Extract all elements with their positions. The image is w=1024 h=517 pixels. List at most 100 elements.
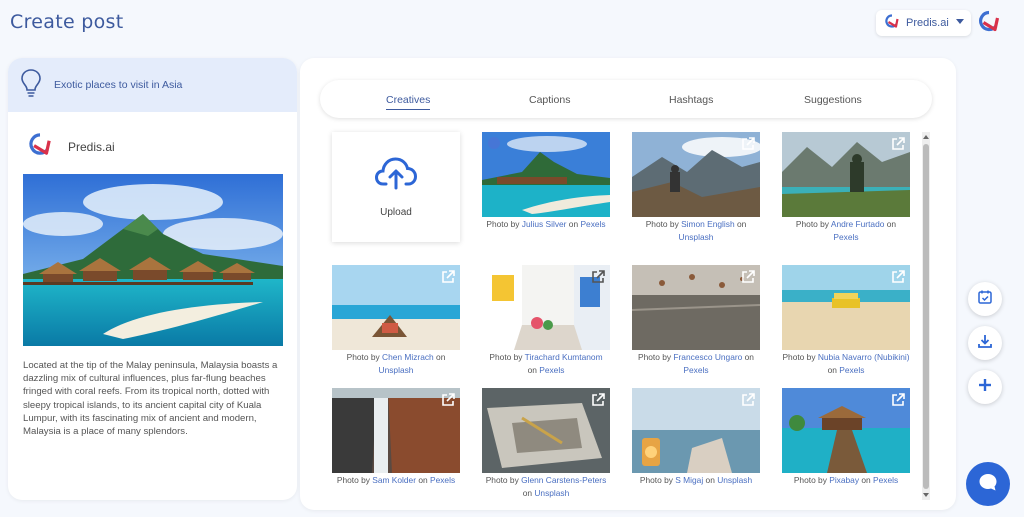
open-external-icon[interactable] bbox=[740, 136, 756, 157]
photo-thumbnail[interactable] bbox=[782, 388, 910, 473]
post-caption: Located at the tip of the Malay peninsul… bbox=[23, 360, 278, 438]
photo-author-link[interactable]: Pixabay bbox=[829, 475, 859, 485]
select-circle-icon[interactable] bbox=[487, 136, 501, 155]
photo-source-link[interactable]: Unsplash bbox=[717, 475, 752, 485]
download-icon bbox=[977, 333, 993, 354]
photo-tile: Photo by Sam Kolder on Pexels bbox=[332, 388, 460, 487]
photo-thumbnail[interactable] bbox=[332, 265, 460, 350]
photo-tile: Photo by Chen Mizrach on Unsplash bbox=[332, 265, 460, 376]
photo-credit: Photo by Nubia Navarro (Nubikini) on Pex… bbox=[782, 352, 910, 375]
predis-logo-icon bbox=[884, 13, 900, 33]
photo-author-link[interactable]: Chen Mizrach bbox=[382, 352, 434, 362]
predis-logo-icon bbox=[26, 132, 54, 161]
open-external-icon[interactable] bbox=[590, 269, 606, 290]
photo-source-link[interactable]: Unsplash bbox=[379, 365, 414, 375]
photo-thumbnail[interactable] bbox=[632, 265, 760, 350]
photo-author-link[interactable]: Tirachard Kumtanom bbox=[525, 352, 603, 362]
photo-tile: Photo by Tirachard Kumtanom on Pexels bbox=[482, 265, 610, 376]
tab-bar: Creatives Captions Hashtags Suggestions bbox=[320, 80, 932, 118]
chat-bubble-icon bbox=[977, 471, 999, 498]
photo-credit: Photo by Chen Mizrach on Unsplash bbox=[346, 352, 446, 375]
photo-tile: Photo by Pixabay on Pexels bbox=[782, 388, 910, 487]
chat-button[interactable] bbox=[966, 462, 1010, 506]
post-preview-image bbox=[23, 174, 283, 346]
photo-tile: Photo by Francesco Ungaro on Pexels bbox=[632, 265, 760, 376]
scrollbar[interactable] bbox=[922, 132, 930, 500]
photo-source-link[interactable]: Pexels bbox=[839, 365, 864, 375]
plus-icon bbox=[977, 377, 993, 398]
schedule-button[interactable] bbox=[968, 282, 1002, 316]
photo-author-link[interactable]: S Migaj bbox=[675, 475, 703, 485]
photo-source-link[interactable]: Pexels bbox=[580, 219, 605, 229]
open-external-icon[interactable] bbox=[440, 392, 456, 413]
post-preview-panel: Exotic places to visit in Asia Predis.ai… bbox=[8, 58, 297, 500]
photo-credit: Photo by Sam Kolder on Pexels bbox=[336, 475, 456, 485]
photo-credit: Photo by Francesco Ungaro on Pexels bbox=[638, 352, 754, 375]
photo-thumbnail[interactable] bbox=[482, 265, 610, 350]
photo-credit: Photo by Tirachard Kumtanom on Pexels bbox=[489, 352, 603, 375]
photo-tile: Photo by S Migaj on Unsplash bbox=[632, 388, 760, 487]
photo-source-link[interactable]: Pexels bbox=[539, 365, 564, 375]
photo-thumbnail[interactable] bbox=[632, 388, 760, 473]
photo-tile: Photo by Simon English on Unsplash bbox=[632, 132, 760, 243]
photo-thumbnail[interactable] bbox=[782, 132, 910, 217]
add-button[interactable] bbox=[968, 370, 1002, 404]
photo-source-link[interactable]: Pexels bbox=[430, 475, 455, 485]
post-brand: Predis.ai bbox=[26, 132, 115, 161]
photo-credit: Photo by Glenn Carstens-Peters on Unsplas… bbox=[485, 475, 607, 498]
brand-selector[interactable]: Predis.ai bbox=[876, 10, 971, 36]
photo-source-link[interactable]: Unsplash bbox=[534, 488, 569, 498]
photo-author-link[interactable]: Julius Silver bbox=[522, 219, 567, 229]
tab-suggestions[interactable]: Suggestions bbox=[804, 94, 862, 106]
photo-thumbnail[interactable] bbox=[632, 132, 760, 217]
photo-source-link[interactable]: Pexels bbox=[833, 232, 858, 242]
open-external-icon[interactable] bbox=[890, 269, 906, 290]
tab-creatives[interactable]: Creatives bbox=[386, 94, 431, 110]
photo-tile: Photo by Nubia Navarro (Nubikini) on Pex… bbox=[782, 265, 910, 376]
tab-captions[interactable]: Captions bbox=[529, 94, 570, 106]
open-external-icon[interactable] bbox=[740, 269, 756, 290]
upload-button[interactable]: Upload bbox=[332, 132, 460, 242]
creatives-panel: Creatives Captions Hashtags Suggestions … bbox=[300, 58, 956, 510]
photo-author-link[interactable]: Glenn Carstens-Peters bbox=[521, 475, 606, 485]
photo-author-link[interactable]: Simon English bbox=[681, 219, 735, 229]
photo-source-link[interactable]: Pexels bbox=[683, 365, 708, 375]
predis-logo-icon bbox=[976, 10, 1002, 37]
photo-tile: Photo by Andre Furtado on Pexels bbox=[782, 132, 910, 243]
upload-label: Upload bbox=[380, 207, 412, 218]
scroll-down-icon[interactable] bbox=[923, 493, 929, 497]
topic-text: Exotic places to visit in Asia bbox=[54, 79, 183, 91]
tab-hashtags[interactable]: Hashtags bbox=[669, 94, 713, 106]
photo-thumbnail[interactable] bbox=[482, 388, 610, 473]
photo-credit: Photo by Andre Furtado on Pexels bbox=[795, 219, 897, 242]
scrollbar-thumb[interactable] bbox=[923, 144, 929, 489]
photo-source-link[interactable]: Pexels bbox=[873, 475, 898, 485]
open-external-icon[interactable] bbox=[740, 392, 756, 413]
photo-author-link[interactable]: Francesco Ungaro bbox=[673, 352, 742, 362]
open-external-icon[interactable] bbox=[440, 269, 456, 290]
download-button[interactable] bbox=[968, 326, 1002, 360]
photo-thumbnail[interactable] bbox=[782, 265, 910, 350]
scroll-up-icon[interactable] bbox=[923, 135, 929, 139]
open-external-icon[interactable] bbox=[890, 392, 906, 413]
chevron-down-icon bbox=[956, 19, 964, 24]
photo-author-link[interactable]: Andre Furtado bbox=[831, 219, 885, 229]
cloud-upload-icon bbox=[374, 156, 418, 195]
lightbulb-icon bbox=[20, 68, 42, 103]
post-brand-name: Predis.ai bbox=[68, 139, 115, 154]
photo-credit: Photo by S Migaj on Unsplash bbox=[639, 475, 753, 485]
photo-author-link[interactable]: Nubia Navarro (Nubikini) bbox=[818, 352, 910, 362]
photo-credit: Photo by Simon English on Unsplash bbox=[645, 219, 747, 242]
open-external-icon[interactable] bbox=[590, 392, 606, 413]
photo-credit: Photo by Pixabay on Pexels bbox=[793, 475, 899, 485]
photo-tile: Photo by Julius Silver on Pexels bbox=[482, 132, 610, 231]
calendar-check-icon bbox=[977, 289, 993, 310]
photo-author-link[interactable]: Sam Kolder bbox=[372, 475, 416, 485]
page-title: Create post bbox=[10, 11, 124, 33]
brand-selector-value: Predis.ai bbox=[906, 17, 949, 29]
open-external-icon[interactable] bbox=[890, 136, 906, 157]
photo-source-link[interactable]: Unsplash bbox=[679, 232, 714, 242]
photo-thumbnail[interactable] bbox=[482, 132, 610, 217]
photo-credit: Photo by Julius Silver on Pexels bbox=[486, 219, 606, 229]
photo-thumbnail[interactable] bbox=[332, 388, 460, 473]
